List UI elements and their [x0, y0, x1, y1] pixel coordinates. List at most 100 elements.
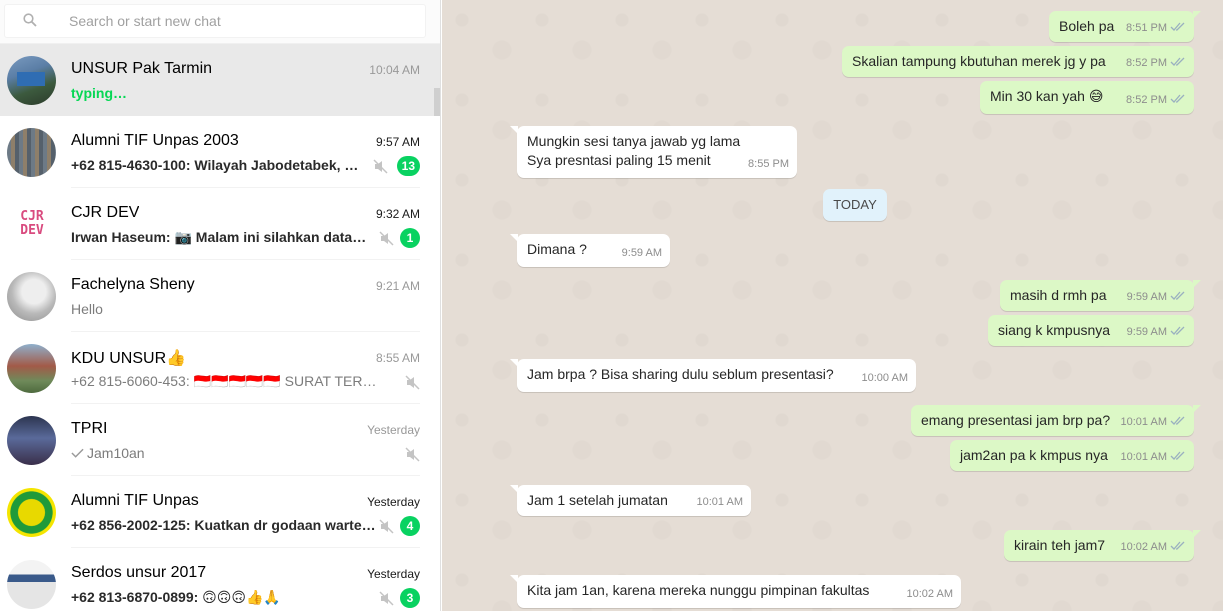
message-meta: 8:52 PM — [1126, 54, 1186, 73]
chat-item[interactable]: Alumni TIF Unpas Yesterday +62 856-2002-… — [0, 476, 440, 548]
message-text: Dimana ? — [527, 241, 587, 257]
message-time: 8:52 PM — [1126, 94, 1167, 106]
chat-item[interactable]: Serdos unsur 2017 Yesterday +62 813-6870… — [0, 548, 440, 611]
chat-item[interactable]: KDU UNSUR👍 8:55 AM +62 815-6060-453: 🇮🇩🇮… — [0, 332, 440, 404]
message-time: 8:52 PM — [1126, 57, 1167, 69]
read-receipt-icon — [1170, 541, 1185, 550]
message-time: 10:01 AM — [1120, 451, 1167, 463]
read-receipt-icon — [1170, 326, 1185, 335]
message-bubble-outgoing[interactable]: siang k kmpusnya 9:59 AM — [988, 315, 1194, 346]
message-text: Min 30 kan yah 😅 — [990, 88, 1104, 104]
mute-icon — [379, 591, 394, 606]
chat-preview: typing… — [71, 85, 127, 101]
message-bubble-outgoing[interactable]: masih d rmh pa 9:59 AM — [1000, 280, 1201, 311]
message-time: 9:59 AM — [1126, 291, 1167, 303]
chat-preview: +62 856-2002-125: Kuatkan dr godaan wart… — [71, 517, 377, 533]
message-bubble-outgoing[interactable]: Skalian tampung kbutuhan merek jg y pa 8… — [842, 46, 1194, 77]
chat-time: Yesterday — [367, 567, 420, 581]
message-bubble-incoming[interactable]: Kita jam 1an, karena mereka nunggu pimpi… — [510, 575, 961, 608]
sent-tick-icon — [71, 448, 84, 458]
message-bubble-outgoing[interactable]: emang presentasi jam brp pa? 10:01 AM — [911, 405, 1201, 436]
message-time: 8:51 PM — [1126, 22, 1167, 34]
message-text: masih d rmh pa — [1010, 287, 1107, 303]
message-text: Jam 1 setelah jumatan — [527, 492, 668, 508]
message-text: Mungkin sesi tanya jawab yg lama — [527, 133, 741, 149]
avatar — [7, 272, 56, 321]
avatar: CJR DEV — [7, 200, 56, 249]
chat-preview: Irwan Haseum: 📷 Malam ini silahkan datan… — [71, 229, 371, 245]
message-text: jam2an pa k kmpus nya — [960, 447, 1108, 463]
chat-time: 10:04 AM — [369, 63, 420, 77]
message-time: 10:01 AM — [1120, 416, 1167, 428]
message-text: Kita jam 1an, karena mereka nunggu pimpi… — [527, 582, 870, 598]
chat-time: Yesterday — [367, 423, 420, 437]
message-meta: 10:01 AM — [1121, 413, 1186, 432]
chat-name: Alumni TIF Unpas 2003 — [71, 132, 239, 149]
chat-item[interactable]: Alumni TIF Unpas 2003 9:57 AM +62 815-46… — [0, 116, 440, 188]
message-meta: 9:59 AM — [1127, 323, 1186, 342]
chat-preview: Hello — [71, 301, 103, 317]
message-bubble-incoming[interactable]: Jam brpa ? Bisa sharing dulu seblum pres… — [510, 359, 916, 392]
read-receipt-icon — [1170, 57, 1185, 66]
message-bubble-incoming[interactable]: Mungkin sesi tanya jawab yg lama Sya pre… — [510, 126, 797, 178]
unread-badge: 3 — [400, 588, 420, 608]
chat-sidebar: UNSUR Pak Tarmin 10:04 AM typing… Alumni… — [0, 0, 441, 611]
message-time: 10:02 AM — [1120, 541, 1167, 553]
read-receipt-icon — [1170, 291, 1185, 300]
search-bar — [0, 0, 440, 44]
avatar — [7, 416, 56, 465]
avatar — [7, 344, 56, 393]
message-text: Jam brpa ? Bisa sharing dulu seblum pres… — [527, 366, 834, 382]
message-time: 10:00 AM — [861, 372, 908, 384]
message-text: emang presentasi jam brp pa? — [921, 412, 1111, 428]
message-bubble-incoming[interactable]: Dimana ? 9:59 AM — [510, 234, 670, 267]
message-text: Boleh pa — [1059, 18, 1115, 34]
message-meta: 10:01 AM — [1121, 448, 1186, 467]
avatar — [7, 128, 56, 177]
chat-name: Alumni TIF Unpas — [71, 492, 199, 509]
avatar — [7, 56, 56, 105]
message-bubble-outgoing[interactable]: Min 30 kan yah 😅 8:52 PM — [980, 81, 1194, 114]
message-bubble-outgoing[interactable]: kirain teh jam7 10:02 AM — [1004, 530, 1201, 561]
unread-badge: 1 — [400, 228, 420, 248]
mute-icon — [405, 375, 420, 390]
message-text: kirain teh jam7 — [1014, 537, 1106, 553]
chat-preview: +62 815-6060-453: 🇮🇩🇮🇩🇮🇩🇮🇩🇮🇩 SURAT TERBU… — [71, 373, 381, 389]
read-receipt-icon — [1170, 451, 1185, 460]
chat-name: TPRI — [71, 420, 108, 437]
conversation-pane[interactable]: Boleh pa 8:51 PM Skalian tampung kbutuha… — [442, 0, 1223, 611]
message-meta: 8:52 PM — [1126, 91, 1186, 110]
message-time: 9:59 AM — [621, 247, 662, 259]
avatar — [7, 488, 56, 537]
search-input[interactable] — [69, 11, 409, 31]
day-separator: TODAY — [823, 189, 887, 221]
message-bubble-outgoing[interactable]: Boleh pa 8:51 PM — [1049, 11, 1201, 42]
chat-list: UNSUR Pak Tarmin 10:04 AM typing… Alumni… — [0, 44, 440, 611]
read-receipt-icon — [1170, 416, 1185, 425]
search-box[interactable] — [4, 4, 426, 38]
chat-name: Fachelyna Sheny — [71, 276, 195, 293]
message-time: 9:59 AM — [1126, 326, 1167, 338]
message-time: 10:02 AM — [906, 588, 953, 600]
mute-icon — [379, 519, 394, 534]
message-meta: 9:59 AM — [1127, 288, 1186, 307]
read-receipt-icon — [1170, 94, 1185, 103]
avatar-logo-text: CJR DEV — [20, 209, 44, 238]
message-bubble-outgoing[interactable]: jam2an pa k kmpus nya 10:01 AM — [950, 440, 1194, 471]
message-meta: 8:51 PM — [1126, 19, 1186, 38]
read-receipt-icon — [1170, 22, 1185, 31]
chat-preview-text: Jam10an — [87, 445, 145, 461]
avatar — [7, 560, 56, 609]
chat-name: Serdos unsur 2017 — [71, 564, 207, 581]
chat-item[interactable]: UNSUR Pak Tarmin 10:04 AM typing… — [0, 44, 440, 122]
message-bubble-incoming[interactable]: Jam 1 setelah jumatan 10:01 AM — [510, 485, 751, 516]
chat-item[interactable]: Fachelyna Sheny 9:21 AM Hello — [0, 260, 440, 332]
message-text: siang k kmpusnya — [998, 322, 1111, 338]
chat-time: 9:32 AM — [375, 207, 420, 221]
chat-time: Yesterday — [367, 495, 420, 509]
search-icon — [23, 13, 37, 27]
chat-preview: +62 815-4630-100: Wilayah Jabodetabek, B… — [71, 157, 361, 173]
chat-item[interactable]: CJR DEV CJR DEV 9:32 AM Irwan Haseum: 📷 … — [0, 188, 440, 260]
chat-item[interactable]: TPRI Yesterday Jam10an — [0, 404, 440, 476]
chat-preview: +62 813-6870-0899: 🙃🙃🙃👍🙏 — [71, 589, 281, 605]
